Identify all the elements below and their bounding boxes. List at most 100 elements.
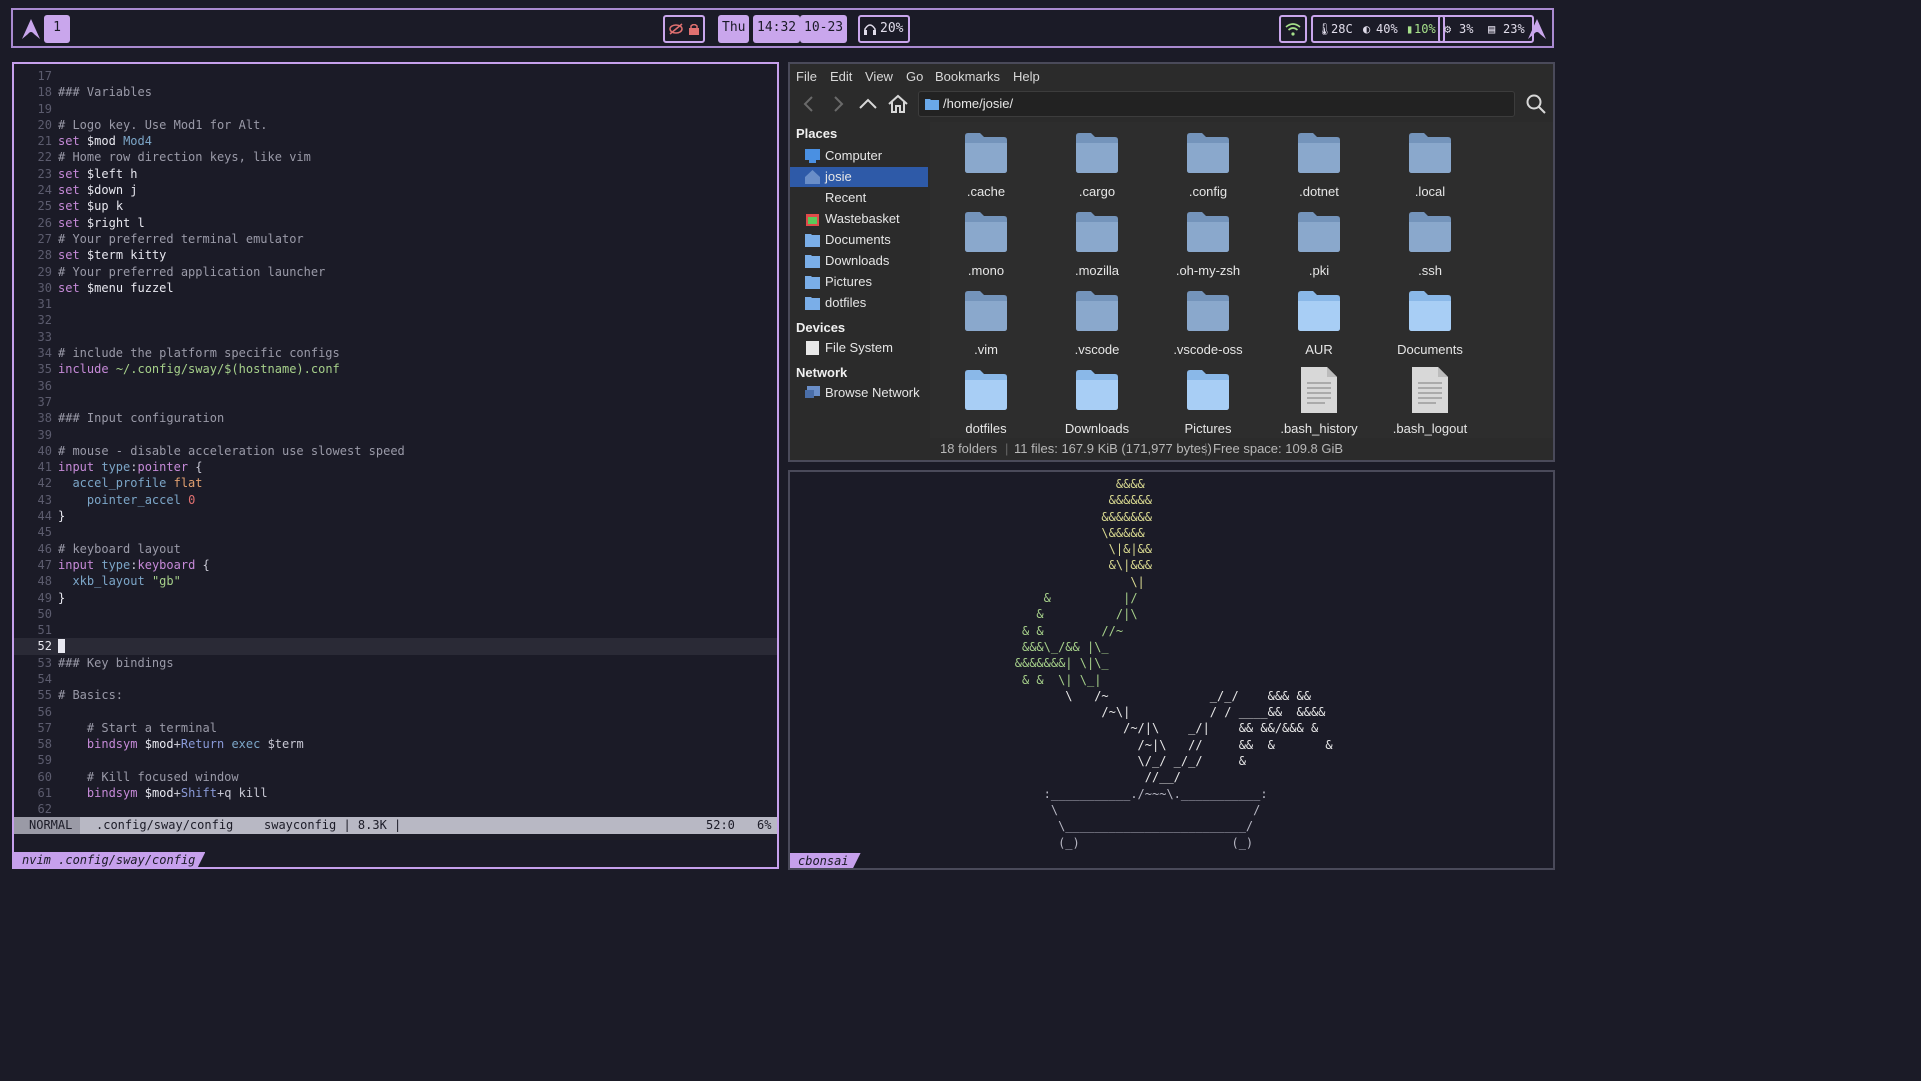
sidebar-item-filesystem[interactable]: File System bbox=[790, 338, 928, 358]
code-line[interactable]: 35 include ~/.config/sway/$(hostname).con… bbox=[14, 361, 777, 377]
menu-file[interactable]: File bbox=[796, 69, 817, 84]
folder-item[interactable]: .ssh bbox=[1380, 203, 1480, 281]
system-usage[interactable]: ⚙ 3% ▤ 23% bbox=[1438, 15, 1534, 43]
nvim-window[interactable]: 17 18 ### Variables 19 20 # Logo key. Use Mod… bbox=[12, 62, 779, 869]
code-line[interactable]: 25 set $up k bbox=[14, 198, 777, 214]
code-line[interactable]: 56 bbox=[14, 704, 777, 720]
code-line[interactable]: 58 bindsym $mod+Return exec $term bbox=[14, 736, 777, 752]
code-line[interactable]: 33 bbox=[14, 329, 777, 345]
back-arrow-icon[interactable] bbox=[798, 93, 820, 115]
folder-item[interactable]: .local bbox=[1380, 124, 1480, 202]
folder-item[interactable]: .oh-my-zsh bbox=[1158, 203, 1258, 281]
window-title-tab[interactable]: nvim .config/sway/config bbox=[14, 852, 205, 868]
code-line[interactable]: 17 bbox=[14, 68, 777, 84]
code-line[interactable]: 52 bbox=[14, 638, 777, 655]
folder-item[interactable]: Pictures bbox=[1158, 361, 1258, 439]
sensors-group[interactable]: 🌡︎ 28C ◐ 40% ▮ 10% bbox=[1311, 15, 1445, 43]
workspace-button[interactable]: 1 bbox=[44, 15, 70, 43]
code-line[interactable]: 22 # Home row direction keys, like vim bbox=[14, 149, 777, 165]
folder-item[interactable]: .dotnet bbox=[1269, 124, 1369, 202]
sidebar-item-pictures[interactable]: Pictures bbox=[790, 272, 928, 292]
code-line[interactable]: 40 # mouse - disable acceleration use slo… bbox=[14, 443, 777, 459]
menu-go[interactable]: Go bbox=[906, 69, 923, 84]
code-line[interactable]: 51 bbox=[14, 622, 777, 638]
code-line[interactable]: 29 # Your preferred application launcher bbox=[14, 264, 777, 280]
sidebar-item-josie[interactable]: josie bbox=[790, 167, 928, 187]
code-line[interactable]: 26 set $right l bbox=[14, 215, 777, 231]
code-line[interactable]: 54 bbox=[14, 671, 777, 687]
code-line[interactable]: 34 # include the platform specific config… bbox=[14, 345, 777, 361]
code-line[interactable]: 41 input type:pointer { bbox=[14, 459, 777, 475]
code-line[interactable]: 59 bbox=[14, 752, 777, 768]
cbonsai-terminal[interactable]: &&&& &&&&&& &&&&&&& \&&&&& \|&|&& &\|&&&… bbox=[788, 470, 1555, 870]
code-line[interactable]: 42 accel_profile flat bbox=[14, 475, 777, 491]
forward-arrow-icon[interactable] bbox=[827, 93, 849, 115]
arch-logo-icon[interactable] bbox=[1527, 18, 1547, 40]
folder-item[interactable]: .config bbox=[1158, 124, 1258, 202]
menu-help[interactable]: Help bbox=[1013, 69, 1040, 84]
folder-item[interactable]: Downloads bbox=[1047, 361, 1147, 439]
folder-item[interactable]: .mozilla bbox=[1047, 203, 1147, 281]
folder-item[interactable]: Documents bbox=[1380, 282, 1480, 360]
code-line[interactable]: 60 # Kill focused window bbox=[14, 769, 777, 785]
clock[interactable]: 14:32 bbox=[753, 15, 801, 43]
file-item[interactable]: .bash_history bbox=[1269, 361, 1369, 439]
code-line[interactable]: 19 bbox=[14, 101, 777, 117]
code-line[interactable]: 50 bbox=[14, 606, 777, 622]
folder-item[interactable]: dotfiles bbox=[936, 361, 1036, 439]
menu-edit[interactable]: Edit bbox=[830, 69, 852, 84]
code-line[interactable]: 39 bbox=[14, 427, 777, 443]
file-manager-window[interactable]: File Edit View Go Bookmarks Help /home/j… bbox=[788, 62, 1555, 462]
code-line[interactable]: 48 xkb_layout "gb" bbox=[14, 573, 777, 589]
code-line[interactable]: 28 set $term kitty bbox=[14, 247, 777, 263]
code-line[interactable]: 20 # Logo key. Use Mod1 for Alt. bbox=[14, 117, 777, 133]
sidebar-item-documents[interactable]: Documents bbox=[790, 230, 928, 250]
window-title-tab[interactable]: cbonsai bbox=[790, 853, 861, 869]
code-line[interactable]: 53 ### Key bindings bbox=[14, 655, 777, 671]
code-line[interactable]: 30 set $menu fuzzel bbox=[14, 280, 777, 296]
file-grid[interactable]: .cache .cargo .config .dotnet .local .mono .mo… bbox=[930, 122, 1553, 439]
code-line[interactable]: 47 input type:keyboard { bbox=[14, 557, 777, 573]
code-line[interactable]: 62 bbox=[14, 801, 777, 817]
wifi-status[interactable] bbox=[1279, 15, 1307, 43]
code-line[interactable]: 23 set $left h bbox=[14, 166, 777, 182]
code-line[interactable]: 49} bbox=[14, 590, 777, 606]
code-line[interactable]: 21 set $mod Mod4 bbox=[14, 133, 777, 149]
code-line[interactable]: 36 bbox=[14, 378, 777, 394]
code-line[interactable]: 38 ### Input configuration bbox=[14, 410, 777, 426]
folder-item[interactable]: .cache bbox=[936, 124, 1036, 202]
code-line[interactable]: 57 # Start a terminal bbox=[14, 720, 777, 736]
code-line[interactable]: 24 set $down j bbox=[14, 182, 777, 198]
code-line[interactable]: 37 bbox=[14, 394, 777, 410]
code-line[interactable]: 61 bindsym $mod+Shift+q kill bbox=[14, 785, 777, 801]
code-line[interactable]: 55 # Basics: bbox=[14, 687, 777, 703]
sidebar-item-dotfiles[interactable]: dotfiles bbox=[790, 293, 928, 313]
arch-logo-icon[interactable] bbox=[21, 18, 41, 40]
editor-buffer[interactable]: 17 18 ### Variables 19 20 # Logo key. Use Mod… bbox=[14, 68, 777, 818]
code-line[interactable]: 31 bbox=[14, 296, 777, 312]
idle-inhibitor[interactable] bbox=[663, 15, 705, 43]
home-icon[interactable] bbox=[887, 93, 909, 115]
sidebar-item-wastebasket[interactable]: Wastebasket bbox=[790, 209, 928, 229]
folder-item[interactable]: .pki bbox=[1269, 203, 1369, 281]
sidebar-item-computer[interactable]: Computer bbox=[790, 146, 928, 166]
folder-item[interactable]: .mono bbox=[936, 203, 1036, 281]
location-bar[interactable]: /home/josie/ bbox=[918, 91, 1515, 117]
up-arrow-icon[interactable] bbox=[857, 93, 879, 115]
code-line[interactable]: 44} bbox=[14, 508, 777, 524]
code-line[interactable]: 43 pointer_accel 0 bbox=[14, 492, 777, 508]
sidebar-item-recent[interactable]: Recent bbox=[790, 188, 928, 208]
file-item[interactable]: .bash_logout bbox=[1380, 361, 1480, 439]
code-line[interactable]: 18 ### Variables bbox=[14, 84, 777, 100]
code-line[interactable]: 46 # keyboard layout bbox=[14, 541, 777, 557]
folder-item[interactable]: .vscode-oss bbox=[1158, 282, 1258, 360]
headphones-volume[interactable]: 20% bbox=[858, 15, 911, 43]
code-line[interactable]: 27 # Your preferred terminal emulator bbox=[14, 231, 777, 247]
sidebar-item-browse-network[interactable]: Browse Network bbox=[790, 383, 928, 403]
menu-view[interactable]: View bbox=[865, 69, 893, 84]
folder-item[interactable]: .vim bbox=[936, 282, 1036, 360]
code-line[interactable]: 32 bbox=[14, 312, 777, 328]
folder-item[interactable]: .cargo bbox=[1047, 124, 1147, 202]
code-line[interactable]: 45 bbox=[14, 524, 777, 540]
folder-item[interactable]: AUR bbox=[1269, 282, 1369, 360]
